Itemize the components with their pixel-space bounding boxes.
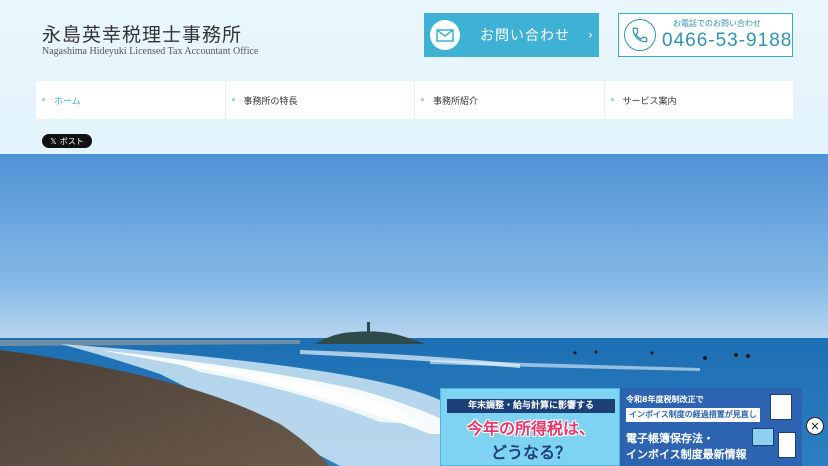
ad-right-line4: インボイス制度最新情報 [626, 448, 747, 461]
ad-banner-left: 年末調整・給与計算に影響する 今年の所得税は、 どうなる？ [440, 388, 620, 466]
x-post-label: ポスト [59, 136, 84, 146]
chevron-right-icon: › [588, 28, 593, 42]
x-post-button[interactable]: 𝕏 ポスト [42, 134, 92, 148]
site-header: 永島英幸税理士事務所 Nagashima Hideyuki Licensed T… [0, 0, 828, 154]
mail-icon [430, 20, 460, 50]
close-icon[interactable]: ✕ [806, 417, 824, 435]
office-name-jp[interactable]: 永島英幸税理士事務所 [42, 20, 242, 47]
ad-right-line1: 令和8年度税制改正で [626, 395, 704, 404]
ad-right-line3: 電子帳簿保存法・ [626, 432, 714, 445]
main-nav: ホーム 事務所の特長 事務所紹介 サービス案内 [36, 81, 793, 119]
nav-item-office[interactable]: 事務所紹介 [415, 81, 605, 119]
invoice-icon [778, 432, 796, 458]
phone-number[interactable]: 0466-53-9188 [662, 30, 792, 52]
file-box-icon [752, 428, 774, 446]
ad-banner-right: 令和8年度税制改正で インボイス制度の経過措置が見直し 電子帳簿保存法・ インボ… [620, 388, 802, 466]
contact-button[interactable]: お問い合わせ › [424, 13, 599, 57]
office-name-en[interactable]: Nagashima Hideyuki Licensed Tax Accounta… [42, 46, 258, 57]
phone-caption: お電話でのお問い合わせ [673, 19, 761, 28]
nav-item-features[interactable]: 事務所の特長 [225, 81, 415, 119]
nav-item-services[interactable]: サービス案内 [604, 81, 793, 119]
phone-icon [624, 19, 656, 51]
ad-left-line2: 今年の所得税は、 [466, 419, 595, 438]
x-logo-icon: 𝕏 [50, 136, 57, 146]
nav-item-home[interactable]: ホーム [36, 81, 226, 119]
ad-right-line2: インボイス制度の経過措置が見直し [626, 408, 760, 422]
ad-left-line3: どうなる？ [490, 443, 571, 462]
document-icon [770, 394, 792, 420]
ad-banner[interactable]: 年末調整・給与計算に影響する 今年の所得税は、 どうなる？ 令和8年度税制改正で… [440, 388, 802, 466]
contact-button-label: お問い合わせ [480, 28, 570, 44]
ad-left-line1: 年末調整・給与計算に影響する [447, 399, 615, 413]
phone-contact[interactable]: お電話でのお問い合わせ 0466-53-9188 [618, 13, 793, 57]
